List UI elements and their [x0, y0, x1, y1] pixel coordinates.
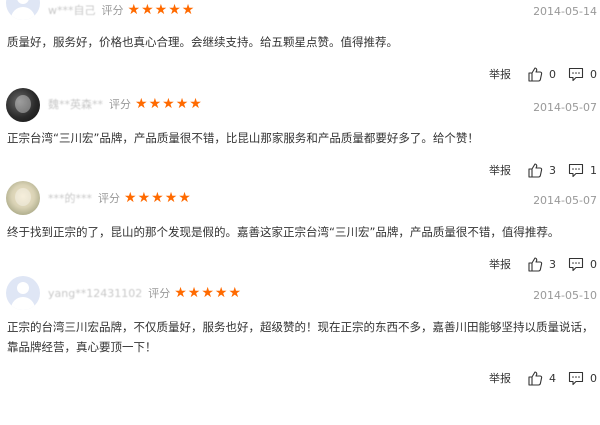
like-count: 0 [549, 67, 556, 81]
review-meta: ***的*** 评分 ★ ★ ★ ★ ★ [48, 189, 191, 207]
star-icon: ★ [178, 190, 191, 206]
username[interactable]: w***自己 [48, 2, 96, 18]
review-text: 正宗的台湾三川宏品牌，不仅质量好，服务也好，超级赞的！现在正宗的东西不多，嘉善川… [7, 320, 594, 354]
rating-label: 评分 [148, 287, 171, 300]
report-button[interactable]: 举报 [489, 370, 511, 386]
star-icon: ★ [154, 2, 168, 18]
review-meta: w***自己 评分 ★ ★ ★ ★ ★ [48, 1, 194, 19]
username[interactable]: yang**12431102 [48, 287, 142, 300]
review-date: 2014-05-14 [533, 5, 597, 18]
rating-label: 评分 [101, 4, 124, 17]
like-count: 4 [549, 371, 556, 385]
comment-button[interactable]: 0 [568, 256, 597, 272]
star-icon: ★ [168, 2, 181, 18]
star-icon: ★ [137, 190, 151, 206]
star-icon: ★ [174, 285, 187, 301]
star-icon: ★ [164, 190, 178, 206]
star-icon: ★ [151, 190, 164, 206]
rating-stars: ★ ★ ★ ★ ★ [128, 3, 195, 17]
like-count: 3 [549, 163, 556, 177]
rating-stars: ★ ★ ★ ★ ★ [174, 286, 241, 300]
thumbs-up-icon [528, 257, 543, 272]
rating-label: 评分 [98, 192, 120, 205]
star-icon: ★ [141, 2, 154, 18]
star-icon: ★ [148, 96, 162, 112]
star-icon: ★ [162, 96, 175, 112]
review-meta: yang**12431102 评分 ★ ★ ★ ★ ★ [48, 284, 241, 302]
review-meta: 魏**英森** 评分 ★ ★ ★ ★ ★ [48, 95, 202, 113]
like-count: 3 [549, 257, 556, 271]
review-date: 2014-05-10 [533, 289, 597, 302]
review-actions: 举报 0 0 [489, 65, 597, 83]
star-icon: ★ [124, 190, 137, 206]
star-icon: ★ [201, 285, 214, 301]
comment-icon [568, 257, 584, 272]
star-icon: ★ [214, 285, 228, 301]
review-text: 质量好，服务好，价格也真心合理。会继续支持。给五颗星点赞。值得推荐。 [7, 35, 398, 49]
comment-icon [568, 163, 584, 178]
user-avatar[interactable] [6, 181, 40, 215]
like-button[interactable]: 3 [527, 256, 556, 272]
comment-button[interactable]: 0 [568, 370, 597, 386]
thumbs-up-icon [528, 371, 543, 386]
user-avatar[interactable] [6, 0, 40, 20]
star-icon: ★ [228, 285, 242, 301]
user-avatar[interactable] [6, 88, 40, 122]
like-button[interactable]: 4 [527, 370, 556, 386]
star-icon: ★ [189, 96, 202, 112]
review-actions: 举报 3 0 [489, 255, 597, 273]
username[interactable]: 魏**英森** [48, 96, 103, 112]
comment-icon [568, 67, 584, 82]
report-button[interactable]: 举报 [489, 66, 511, 82]
star-icon: ★ [135, 96, 148, 112]
review-text: 终于找到正宗的了，昆山的那个发现是假的。嘉善这家正宗台湾“三川宏”品牌，产品质量… [7, 225, 560, 239]
comment-count: 0 [590, 257, 597, 271]
like-button[interactable]: 0 [527, 66, 556, 82]
comment-count: 0 [590, 371, 597, 385]
review-actions: 举报 4 0 [489, 369, 597, 387]
rating-label: 评分 [109, 98, 131, 111]
thumbs-up-icon [528, 67, 543, 82]
username[interactable]: ***的*** [48, 190, 92, 206]
star-icon: ★ [187, 285, 201, 301]
report-button[interactable]: 举报 [489, 162, 511, 178]
comment-count: 0 [590, 67, 597, 81]
star-icon: ★ [127, 2, 141, 18]
user-avatar[interactable] [6, 276, 40, 310]
review-date: 2014-05-07 [533, 194, 597, 207]
comment-count: 1 [590, 163, 597, 177]
star-icon: ★ [175, 96, 189, 112]
comment-button[interactable]: 0 [568, 66, 597, 82]
rating-stars: ★ ★ ★ ★ ★ [135, 97, 202, 111]
comment-button[interactable]: 1 [568, 162, 597, 178]
review-actions: 举报 3 1 [489, 161, 597, 179]
comment-icon [568, 371, 584, 386]
review-date: 2014-05-07 [533, 101, 597, 114]
star-icon: ★ [181, 2, 195, 18]
report-button[interactable]: 举报 [489, 256, 511, 272]
thumbs-up-icon [528, 163, 543, 178]
like-button[interactable]: 3 [527, 162, 556, 178]
rating-stars: ★ ★ ★ ★ ★ [124, 191, 191, 205]
review-text: 正宗台湾“三川宏”品牌，产品质量很不错，比昆山那家服务和产品质量都要好多了。给个… [7, 131, 479, 145]
